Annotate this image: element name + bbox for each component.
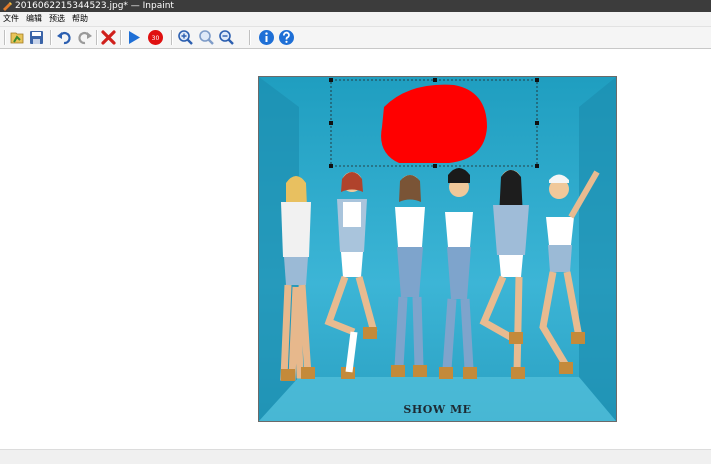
stop-badge: 30	[152, 35, 160, 42]
info-icon	[259, 30, 274, 45]
app-icon	[3, 2, 12, 11]
status-bar	[0, 449, 711, 464]
zoom-actual-button[interactable]	[197, 28, 216, 47]
stop-button[interactable]: 30	[146, 28, 165, 47]
toolbar-separator	[249, 30, 251, 45]
help-button[interactable]	[277, 28, 296, 47]
zoom-in-icon	[178, 30, 193, 45]
clear-icon	[101, 30, 116, 45]
open-icon	[10, 32, 24, 44]
menu-preselect[interactable]: 预选	[46, 12, 69, 26]
redo-icon	[78, 31, 92, 45]
menu-help[interactable]: 帮助	[69, 12, 92, 26]
toolbar: 30	[0, 27, 711, 49]
stop-icon: 30	[148, 30, 163, 45]
info-button[interactable]	[257, 28, 276, 47]
redo-button[interactable]	[75, 28, 94, 47]
undo-icon	[57, 31, 71, 45]
photo[interactable]: SHOW ME	[258, 76, 617, 422]
photo-caption: SHOW ME	[403, 403, 472, 416]
toolbar-separator	[4, 30, 6, 45]
menu-bar: 文件 编辑 预选 帮助	[0, 12, 711, 27]
photo-image	[259, 77, 616, 421]
undo-button[interactable]	[55, 28, 74, 47]
title-bar: 2016062215344523.jpg* — Inpaint	[0, 0, 711, 12]
help-icon	[279, 30, 294, 45]
zoom-actual-icon	[199, 30, 214, 45]
run-button[interactable]	[124, 28, 143, 47]
zoom-in-button[interactable]	[176, 28, 195, 47]
window-title: 2016062215344523.jpg* — Inpaint	[15, 1, 174, 11]
toolbar-separator	[120, 30, 122, 45]
menu-edit[interactable]: 编辑	[23, 12, 46, 26]
toolbar-separator	[96, 30, 98, 45]
zoom-out-icon	[219, 30, 234, 45]
toolbar-separator	[50, 30, 52, 45]
zoom-out-button[interactable]	[217, 28, 236, 47]
toolbar-separator	[171, 30, 173, 45]
save-button[interactable]	[27, 28, 46, 47]
clear-button[interactable]	[99, 28, 118, 47]
run-icon	[129, 31, 140, 44]
open-button[interactable]	[8, 28, 27, 47]
image-canvas[interactable]: SHOW ME	[0, 49, 711, 449]
save-icon	[30, 31, 43, 44]
menu-file[interactable]: 文件	[0, 12, 23, 26]
